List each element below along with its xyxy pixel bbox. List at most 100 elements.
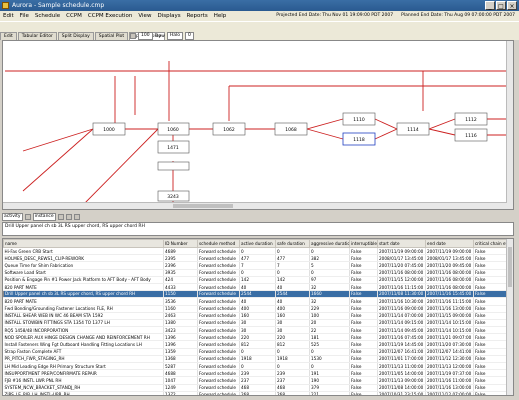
table-cell[interactable]: NOD SPOILER AUX HINGE DESIGN CHANGE AND …: [3, 333, 164, 342]
table-row[interactable]: Queue Time for Shim Fabrication 2396 Forwa…: [3, 261, 508, 270]
table-cell[interactable]: 2007/11/20 07:30:00: [425, 340, 474, 349]
table-cell[interactable]: False: [473, 297, 508, 306]
table-cell[interactable]: RQ5 1458/48 INCORPORATION: [3, 326, 164, 335]
table-cell[interactable]: 812: [275, 340, 310, 349]
table-cell[interactable]: False: [349, 254, 378, 263]
table-cell[interactable]: 2007/11/15 12:00:00: [377, 276, 426, 284]
table-row[interactable]: ZIPS_LE_RIB_LH_INSTL-UPR_RH 1372 Forward s…: [3, 391, 508, 395]
table-cell[interactable]: 477: [275, 254, 310, 263]
table-cell[interactable]: 2007/11/16 09:00:00: [377, 305, 426, 313]
table-cell[interactable]: 1359: [163, 348, 198, 356]
table-cell[interactable]: 4688: [163, 369, 198, 378]
table-row[interactable]: INSTALL STOWBIN FITTINGS STA 1354 TO 137…: [3, 319, 508, 328]
table-cell[interactable]: 3935: [163, 269, 198, 277]
table-row[interactable]: RQ5 1458/48 INCORPORATION 3423 Forward sch…: [3, 326, 508, 335]
menu-file[interactable]: File: [17, 13, 32, 19]
table-cell[interactable]: 525: [309, 340, 350, 349]
table-cell[interactable]: 0: [309, 247, 350, 256]
table-cell[interactable]: 2007/11/21 09:07:00: [425, 333, 474, 342]
col-id[interactable]: ID Number: [163, 239, 198, 248]
menu-view[interactable]: View: [135, 13, 154, 19]
col-interruptible[interactable]: interruptible: [349, 239, 378, 248]
table-cell[interactable]: 229: [309, 305, 350, 313]
filter-field-select[interactable]: activity: [2, 212, 23, 221]
table-cell[interactable]: Install Fasteners Wing Fgt Outboard Hand…: [3, 340, 164, 349]
table-cell[interactable]: FJB #16 INSTL LWR PNL RH: [3, 376, 164, 385]
table-cell[interactable]: 2007/11/16 10:30:00: [377, 297, 426, 306]
table-row[interactable]: INSTALL SHEAR WEB IN WC 46 BEAM STA 1592…: [3, 312, 508, 320]
mode-select[interactable]: Halo: [166, 32, 184, 40]
table-cell[interactable]: ZIPS_LE_RIB_LH_INSTL-UPR_RH: [3, 391, 164, 395]
table-cell[interactable]: 0: [309, 269, 350, 277]
table-cell[interactable]: 142: [275, 276, 310, 284]
table-cell[interactable]: Forward schedule: [197, 305, 240, 313]
table-cell[interactable]: Forward schedule: [197, 340, 240, 349]
table-cell[interactable]: False: [473, 290, 508, 299]
table-row[interactable]: Position & Engage Pin #1 Power Jack Plat…: [3, 276, 508, 284]
table-cell[interactable]: 5287: [163, 362, 198, 371]
table-cell[interactable]: 1047: [163, 376, 198, 385]
table-cell[interactable]: Forward schedule: [197, 326, 240, 335]
table-cell[interactable]: 2008/01/17 13:45:00: [425, 254, 474, 263]
table-cell[interactable]: 2007/11/16 15:45:00: [425, 290, 474, 299]
table-cell[interactable]: 239: [239, 369, 276, 378]
table-cell[interactable]: 1918: [275, 355, 310, 364]
table-cell[interactable]: 382: [309, 254, 350, 263]
table-cell[interactable]: Queue Time for Shim Fabrication: [3, 261, 164, 270]
table-row[interactable]: 820 PART MATE 4433 Forward schedule 40 40 32 F…: [3, 283, 508, 292]
table-row[interactable]: 820 PART MATE 3536 Forward schedule 40 40 32 F…: [3, 297, 508, 306]
table-cell[interactable]: Forward schedule: [197, 362, 240, 371]
table-cell[interactable]: False: [349, 391, 378, 395]
table-cell[interactable]: PR_PITCH_FWR_STAGING_RH: [3, 355, 164, 364]
table-cell[interactable]: 237: [239, 376, 276, 385]
col-start[interactable]: start date: [377, 239, 426, 248]
table-row[interactable]: Hi-Fas Green CRB Start 4689 Forward schedu…: [3, 247, 508, 256]
col-name[interactable]: name: [3, 239, 164, 248]
table-cell[interactable]: False: [473, 269, 508, 277]
table-cell[interactable]: 5: [309, 261, 350, 270]
table-cell[interactable]: 20: [309, 319, 350, 328]
table-cell[interactable]: Forward schedule: [197, 297, 240, 306]
table-cell[interactable]: False: [473, 305, 508, 313]
table-cell[interactable]: False: [473, 369, 508, 378]
tab-tabular-editor[interactable]: Tabular Editor: [17, 32, 57, 40]
table-row[interactable]: Drill Upper panel ch sb 3L RS upper chor…: [3, 290, 508, 299]
table-cell[interactable]: 32: [309, 283, 350, 292]
table-cell[interactable]: False: [473, 384, 508, 392]
table-cell[interactable]: 2007/11/12 07:00:00: [425, 391, 474, 395]
table-cell[interactable]: Forward schedule: [197, 391, 240, 395]
table-cell[interactable]: 2007/11/16 08:00:00: [425, 269, 474, 277]
table-cell[interactable]: 220: [239, 333, 276, 342]
table-cell[interactable]: 0: [239, 362, 276, 371]
table-cell[interactable]: False: [473, 326, 508, 335]
table-cell[interactable]: 3423: [163, 326, 198, 335]
table-row[interactable]: Strap Faston Complete AFT 1359 Forward sch…: [3, 348, 508, 356]
table-cell[interactable]: Forward schedule: [197, 348, 240, 356]
table-cell[interactable]: 2008/01/17 13:45:00: [377, 254, 426, 263]
scroll-thumb[interactable]: [508, 247, 512, 287]
col-aggressive[interactable]: aggressive duration: [309, 239, 350, 248]
table-cell[interactable]: 379: [309, 384, 350, 392]
table-cell[interactable]: False: [473, 261, 508, 270]
mode-value[interactable]: 0: [185, 32, 194, 40]
table-cell[interactable]: 0: [239, 247, 276, 256]
table-cell[interactable]: Forward schedule: [197, 384, 240, 392]
table-cell[interactable]: Forward schedule: [197, 261, 240, 270]
table-cell[interactable]: False: [349, 247, 378, 256]
table-cell[interactable]: 2007/11/19 09:00:00: [377, 247, 426, 256]
table-cell[interactable]: 2007/12/07 14:41:00: [425, 348, 474, 356]
table-cell[interactable]: 2396: [163, 261, 198, 270]
table-cell[interactable]: False: [349, 362, 378, 371]
table-cell[interactable]: 400: [239, 305, 276, 313]
table-cell[interactable]: INSTALL SHEAR WEB IN WC 46 BEAM STA 1592: [3, 312, 164, 320]
table-cell[interactable]: False: [473, 391, 508, 395]
table-cell[interactable]: False: [349, 297, 378, 306]
table-cell[interactable]: 2007/11/13 09:00:00: [377, 376, 426, 385]
table-cell[interactable]: INSUPPORTMENT PREP/CONFIRMATE REPAIR: [3, 369, 164, 378]
table-cell[interactable]: 1380: [163, 319, 198, 328]
tab-spatial-plot[interactable]: Spatial Plot: [94, 32, 129, 40]
table-row[interactable]: HOLMES_DESC_REWS1_CLIP-REWORK 2395 Forward…: [3, 254, 508, 263]
table-cell[interactable]: False: [349, 355, 378, 364]
table-cell[interactable]: False: [473, 283, 508, 292]
table-cell[interactable]: 400: [275, 305, 310, 313]
